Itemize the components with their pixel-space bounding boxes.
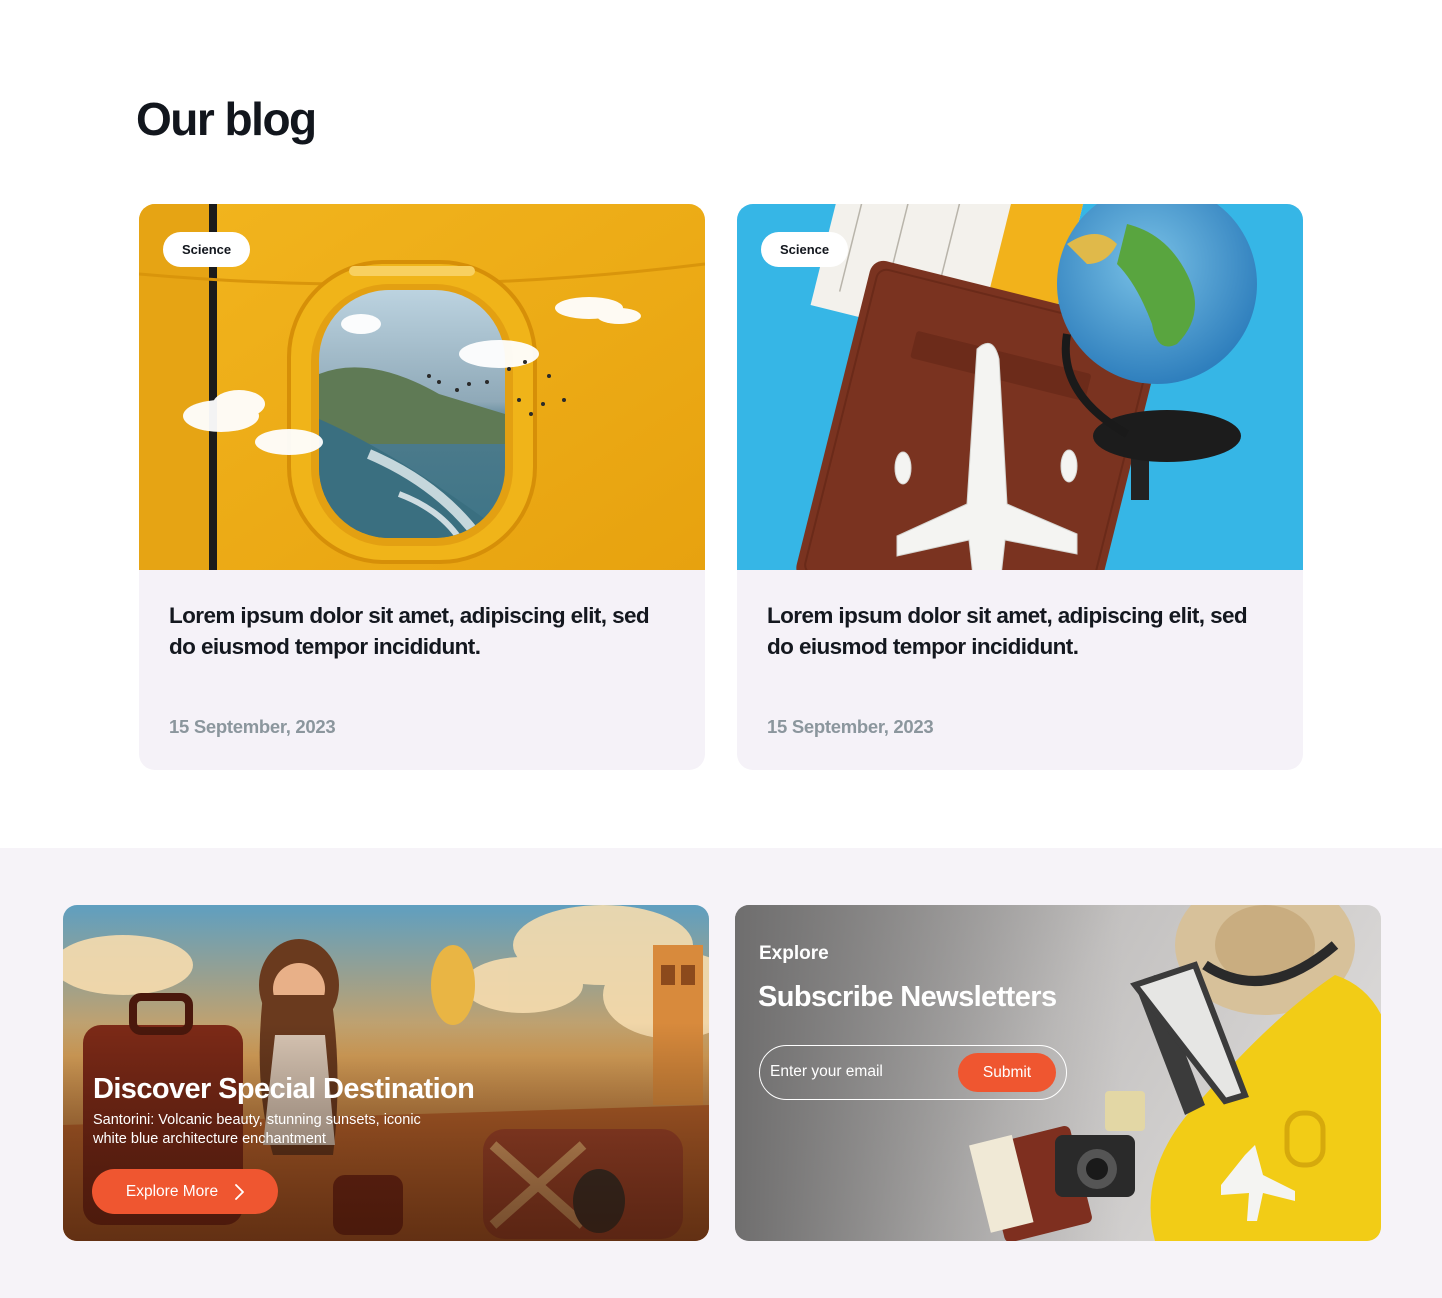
email-input[interactable] xyxy=(770,1054,950,1090)
explore-more-label: Explore More xyxy=(125,1182,219,1200)
chevron-right-icon xyxy=(235,1183,244,1200)
page-title: Our blog xyxy=(136,93,317,145)
blog-section: Our blog Science Lorem ipsum dolor sit a… xyxy=(0,0,1442,848)
category-tag[interactable]: Science xyxy=(761,232,849,267)
newsletter-eyebrow: Explore xyxy=(759,943,829,964)
destination-banner: Discover Special Destination Santorini: … xyxy=(63,905,709,1241)
blog-card-title[interactable]: Lorem ipsum dolor sit amet, adipiscing e… xyxy=(169,600,669,662)
explore-more-button[interactable]: Explore More xyxy=(92,1169,278,1214)
newsletter-form: Submit xyxy=(759,1045,1067,1100)
newsletter-title: Subscribe Newsletters xyxy=(758,981,1057,1013)
destination-description: Santorini: Volcanic beauty, stunning sun… xyxy=(93,1112,421,1147)
blog-card[interactable]: Science Lorem ipsum dolor sit amet, adip… xyxy=(139,204,705,770)
newsletter-banner: Explore Subscribe Newsletters Submit xyxy=(735,905,1381,1241)
blog-card-image: Science xyxy=(139,204,705,570)
blog-card-title[interactable]: Lorem ipsum dolor sit amet, adipiscing e… xyxy=(767,600,1267,662)
blog-card-date: 15 September, 2023 xyxy=(169,716,336,737)
blog-card-image: Science xyxy=(737,204,1303,570)
blog-card[interactable]: Science Lorem ipsum dolor sit amet, adip… xyxy=(737,204,1303,770)
destination-title: Discover Special Destination xyxy=(93,1073,475,1105)
category-tag[interactable]: Science xyxy=(163,232,251,267)
promo-section: Discover Special Destination Santorini: … xyxy=(0,848,1442,1298)
blog-card-date: 15 September, 2023 xyxy=(767,716,934,737)
submit-button[interactable]: Submit xyxy=(958,1053,1056,1092)
